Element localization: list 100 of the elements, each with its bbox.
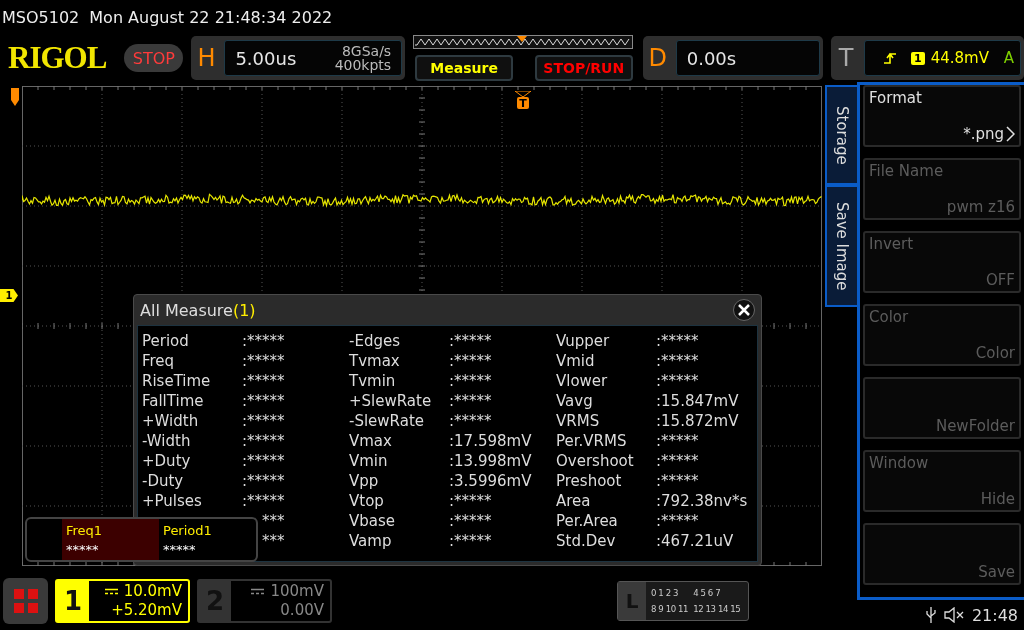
measure-label: +Pulses (142, 492, 203, 510)
measure-value: :***** (242, 352, 285, 370)
sample-rate: 8GSa/s (341, 43, 392, 59)
logic-channel-numbers: 0 1 2 3 (651, 586, 680, 600)
measure-value: :***** (449, 392, 492, 410)
measure-value: :***** (242, 332, 285, 350)
measure-label: -Duty (142, 472, 185, 490)
measure-label: -Width (142, 432, 192, 450)
channel-scale: 10.0mV (123, 582, 182, 601)
dialog-title: All Measure (140, 300, 233, 320)
softkey-value: Hide (980, 490, 1015, 508)
menu-button[interactable] (3, 578, 48, 624)
softkey-value: Color (975, 344, 1015, 362)
stop-run-button[interactable]: STOP/RUN (534, 55, 633, 81)
softkey-value: Save (978, 563, 1015, 581)
measure-value: :15.872mV (656, 412, 739, 430)
brand-logo: RIGOL (8, 40, 108, 76)
delay-value: 0.00s (686, 47, 737, 69)
measure-label: Freq (142, 352, 176, 370)
measure-label: Tvmin (349, 372, 397, 390)
trigger-level: 44.8mV (930, 49, 989, 67)
stop-status: STOP (124, 44, 184, 72)
measure-label: Per.VRMS (556, 432, 628, 450)
channel-number: 1 (57, 581, 89, 621)
measure-label: Vupper (556, 332, 611, 350)
softkey-label: Window (869, 454, 930, 472)
measure-value: :***** (242, 392, 285, 410)
measure-label: +SlewRate (349, 392, 433, 410)
rising-edge-icon (882, 51, 897, 65)
measure-value: :3.5996mV (449, 472, 532, 490)
measure-label: Vbase (349, 512, 397, 530)
menu-softkey[interactable]: Format *.png (863, 85, 1021, 147)
measure-value: :***** (656, 432, 699, 450)
softkey-value: pwm z16 (946, 198, 1015, 216)
measure-value: :***** (242, 372, 285, 390)
measure-label: FallTime (142, 392, 205, 410)
measure-label: Per.Area (556, 512, 619, 530)
measure-label: Vamp (349, 532, 393, 550)
statistic-cell[interactable]: Freq1 ***** (62, 519, 159, 560)
measure-label: Vpp (349, 472, 380, 490)
speaker-muted-icon (943, 607, 964, 623)
measure-value: :***** (242, 412, 285, 430)
statistic-name: Freq1 (66, 523, 104, 538)
logic-channel-numbers: 8 9 10 11 (651, 602, 689, 616)
measure-label: Vtop (349, 492, 385, 510)
measure-label: -SlewRate (349, 412, 425, 430)
measure-value: :***** (656, 472, 699, 490)
measure-value: *** (262, 512, 285, 530)
measure-label: RiseTime (142, 372, 212, 390)
softkey-value: NewFolder (935, 417, 1015, 435)
measure-value: :***** (656, 452, 699, 470)
trigger-mode: A (1003, 49, 1014, 67)
measure-value: :***** (242, 472, 285, 490)
model-name: MSO5102 (2, 7, 80, 27)
softkey-label: Color (869, 308, 910, 326)
trigger-position-icon (8, 88, 22, 108)
trigger-source: 1 (910, 51, 925, 65)
measure-label: Tvmax (349, 352, 401, 370)
menu-tab[interactable]: Storage (825, 85, 857, 185)
horizontal-label: H (196, 44, 217, 72)
measure-value: :***** (449, 512, 492, 530)
statistic-cell[interactable]: Period1 ***** (159, 519, 256, 560)
channel-offset: 0.00V (280, 601, 324, 620)
measure-label: Overshoot (556, 452, 635, 470)
channel-offset: +5.20mV (111, 601, 182, 620)
measure-value: :***** (449, 412, 492, 430)
measure-label: Preshoot (556, 472, 623, 490)
close-button[interactable] (733, 299, 755, 321)
measure-label: +Width (142, 412, 200, 430)
measure-value: :792.38nv*s (656, 492, 748, 510)
channel-button[interactable]: 1 10.0mV +5.20mV (55, 579, 190, 623)
menu-tab[interactable]: Save Image (825, 185, 857, 307)
softkey-label: Invert (869, 235, 915, 253)
measure-value: :***** (449, 372, 492, 390)
measure-label: Vavg (556, 392, 594, 410)
measure-label: Period (142, 332, 190, 350)
measure-count: (1) (232, 300, 256, 320)
logic-channel-numbers: 4 5 6 7 (693, 586, 722, 600)
measure-value: :***** (242, 452, 285, 470)
softkey-value: OFF (985, 271, 1015, 289)
measure-label: Vmid (556, 352, 596, 370)
measure-label: Vlower (556, 372, 609, 390)
measure-value: :***** (656, 512, 699, 530)
timebase-value: 5.00us (235, 47, 297, 69)
measure-value: :***** (449, 352, 492, 370)
measure-value: :467.21uV (656, 532, 734, 550)
dc-coupling-icon (251, 587, 265, 596)
measure-label: Area (556, 492, 592, 510)
measure-value: :***** (449, 532, 492, 550)
grid-icon (12, 588, 39, 614)
measure-value: :***** (242, 432, 285, 450)
measure-button[interactable]: Measure (415, 55, 514, 81)
chevron-right-icon (1006, 126, 1015, 142)
dc-coupling-icon (104, 587, 118, 596)
memory-depth: 400kpts (334, 57, 392, 73)
trigger-label: T (837, 44, 855, 72)
measure-label: Vmin (349, 452, 389, 470)
statistic-name: Period1 (163, 523, 213, 538)
measure-value: :13.998mV (449, 452, 532, 470)
statistic-value: ***** (163, 542, 197, 557)
